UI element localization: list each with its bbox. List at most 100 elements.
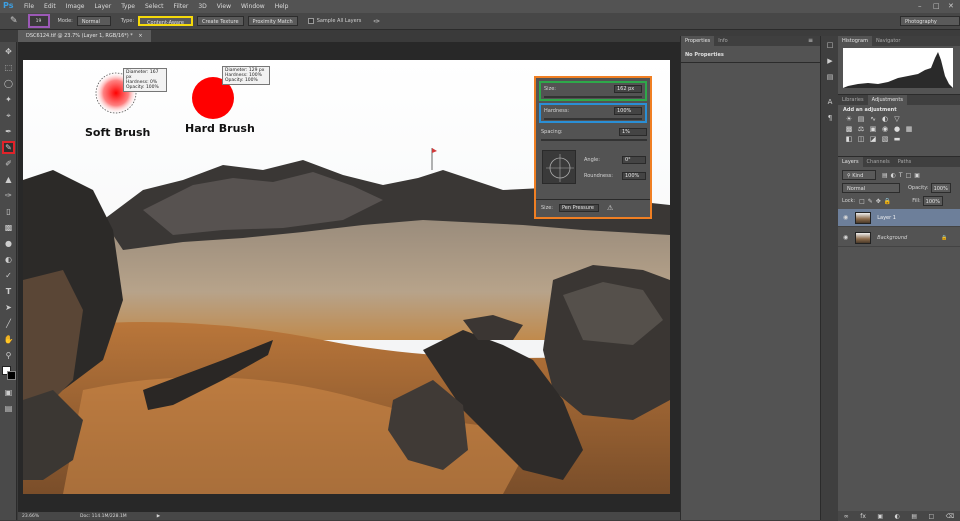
create-texture-button[interactable]: Create Texture xyxy=(197,16,244,26)
eyedropper-tool-icon[interactable]: ✒ xyxy=(2,125,15,138)
crop-tool-icon[interactable]: ⌖ xyxy=(2,109,15,122)
quick-select-tool-icon[interactable]: ✦ xyxy=(2,93,15,106)
line-tool-icon[interactable]: ╱ xyxy=(2,317,15,330)
lasso-tool-icon[interactable]: ◯ xyxy=(2,77,15,90)
close-window-button[interactable]: ✕ xyxy=(948,2,954,10)
tab-navigator[interactable]: Navigator xyxy=(872,36,904,46)
filter-icons[interactable]: ▤◐T□▣ xyxy=(882,172,923,179)
move-tool-icon[interactable]: ✥ xyxy=(2,45,15,58)
tab-info[interactable]: Info xyxy=(714,36,731,46)
screen-mode-icon[interactable]: ▤ xyxy=(2,402,15,415)
menu-file[interactable]: File xyxy=(19,3,39,10)
proximity-match-button[interactable]: Proximity Match xyxy=(247,16,298,26)
threshold-icon[interactable]: ◪ xyxy=(869,135,877,143)
layer-row-background[interactable]: ◉ Background 🔒 xyxy=(838,229,960,247)
brightness-icon[interactable]: ☀ xyxy=(845,115,853,123)
minimize-button[interactable]: – xyxy=(918,2,922,10)
color-balance-icon[interactable]: ⚖ xyxy=(857,125,865,133)
menu-image[interactable]: Image xyxy=(61,3,90,10)
menu-edit[interactable]: Edit xyxy=(39,3,61,10)
quick-mask-icon[interactable]: ▣ xyxy=(2,386,15,399)
brush-presets-icon[interactable]: ▤ xyxy=(823,73,837,84)
background-color-swatch[interactable] xyxy=(7,371,16,380)
blur-tool-icon[interactable]: ● xyxy=(2,237,15,250)
content-aware-button[interactable]: Content-Aware xyxy=(138,16,194,26)
zoom-level[interactable]: 23.66% xyxy=(22,514,58,519)
character-icon[interactable]: A xyxy=(823,98,837,109)
menu-type[interactable]: Type xyxy=(116,3,140,10)
actions-icon[interactable]: ▶ xyxy=(823,57,837,68)
new-layer-icon[interactable]: □ xyxy=(929,513,935,520)
selective-color-icon[interactable]: ▧ xyxy=(881,135,889,143)
roundness-input[interactable]: 100% xyxy=(622,172,646,180)
layer-row-layer-1[interactable]: ◉ Layer 1 xyxy=(838,209,960,227)
posterize-icon[interactable]: ◫ xyxy=(857,135,865,143)
brush-angle-preview[interactable] xyxy=(542,150,576,184)
link-layers-icon[interactable]: ∞ xyxy=(844,513,849,520)
pressure-size-icon[interactable]: ✑ xyxy=(373,17,380,26)
spot-healing-brush-icon[interactable]: ✎ xyxy=(10,16,18,26)
history-brush-tool-icon[interactable]: ✑ xyxy=(2,189,15,202)
tool-preset-picker[interactable]: 19 xyxy=(27,14,50,28)
document-tab[interactable]: DSC6124.tif @ 23.7% (Layer 1, RGB/16*) *… xyxy=(18,30,151,42)
blend-mode-dropdown[interactable]: Normal xyxy=(842,183,900,193)
eraser-tool-icon[interactable]: ▯ xyxy=(2,205,15,218)
size-slider[interactable] xyxy=(544,96,642,98)
invert-icon[interactable]: ◧ xyxy=(845,135,853,143)
gradient-map-icon[interactable]: ▬ xyxy=(893,135,901,143)
healing-brush-tool-icon[interactable]: ✎ xyxy=(2,141,15,154)
mode-dropdown[interactable]: Normal xyxy=(76,16,111,26)
visibility-eye-icon[interactable]: ◉ xyxy=(843,234,848,241)
photo-filter-icon[interactable]: ◉ xyxy=(881,125,889,133)
layer-style-icon[interactable]: fx xyxy=(860,513,866,520)
size-control-dropdown[interactable]: Pen Pressure xyxy=(558,204,599,212)
color-swatches[interactable] xyxy=(1,365,17,383)
menu-view[interactable]: View xyxy=(212,3,236,10)
paragraph-icon[interactable]: ¶ xyxy=(823,114,837,125)
channel-mixer-icon[interactable]: ● xyxy=(893,125,901,133)
zoom-tool-icon[interactable]: ⚲ xyxy=(2,349,15,362)
sample-all-layers-checkbox[interactable] xyxy=(307,18,314,24)
hue-saturation-icon[interactable]: ▩ xyxy=(845,125,853,133)
brush-tool-icon[interactable]: ✐ xyxy=(2,157,15,170)
hand-tool-icon[interactable]: ✋ xyxy=(2,333,15,346)
tab-histogram[interactable]: Histogram xyxy=(838,36,872,46)
gradient-tool-icon[interactable]: ▩ xyxy=(2,221,15,234)
delete-layer-icon[interactable]: ⌫ xyxy=(946,513,954,520)
tab-paths[interactable]: Paths xyxy=(894,157,916,167)
marquee-tool-icon[interactable]: ⬚ xyxy=(2,61,15,74)
lock-icons[interactable]: □✎✥🔒 xyxy=(859,198,894,205)
tab-properties[interactable]: Properties xyxy=(681,36,715,46)
type-tool-icon[interactable]: T xyxy=(2,285,15,298)
tab-layers[interactable]: Layers xyxy=(838,157,863,167)
spacing-slider[interactable] xyxy=(541,139,647,141)
exposure-icon[interactable]: ◐ xyxy=(881,115,889,123)
levels-icon[interactable]: ▤ xyxy=(857,115,865,123)
menu-layer[interactable]: Layer xyxy=(89,3,116,10)
opacity-input[interactable]: 100% xyxy=(930,183,951,193)
layer-name[interactable]: Layer 1 xyxy=(877,215,896,221)
tab-libraries[interactable]: Libraries xyxy=(838,95,868,105)
new-group-icon[interactable]: ▤ xyxy=(911,513,917,520)
dodge-tool-icon[interactable]: ◐ xyxy=(2,253,15,266)
menu-window[interactable]: Window xyxy=(236,3,270,10)
clone-stamp-tool-icon[interactable]: ▲ xyxy=(2,173,15,186)
hardness-slider[interactable] xyxy=(544,118,642,120)
tab-channels[interactable]: Channels xyxy=(863,157,894,167)
workspace-dropdown[interactable]: Photography xyxy=(900,16,960,26)
pen-tool-icon[interactable]: ✓ xyxy=(2,269,15,282)
size-input[interactable]: 162 px xyxy=(614,85,642,93)
panel-menu-icon[interactable]: ≡ xyxy=(808,37,813,44)
kind-filter-dropdown[interactable]: ⚲ Kind xyxy=(842,170,876,180)
path-selection-tool-icon[interactable]: ➤ xyxy=(2,301,15,314)
spacing-input[interactable]: 1% xyxy=(619,128,647,136)
black-white-icon[interactable]: ▣ xyxy=(869,125,877,133)
vibrance-icon[interactable]: ▽ xyxy=(893,115,901,123)
menu-help[interactable]: Help xyxy=(270,3,294,10)
history-icon[interactable]: □ xyxy=(823,41,837,52)
visibility-eye-icon[interactable]: ◉ xyxy=(843,214,848,221)
new-adjustment-icon[interactable]: ◐ xyxy=(895,513,900,520)
hardness-input[interactable]: 100% xyxy=(614,107,642,115)
tab-adjustments[interactable]: Adjustments xyxy=(867,95,907,105)
histogram-warning-icon[interactable]: ⚠ xyxy=(935,53,941,60)
